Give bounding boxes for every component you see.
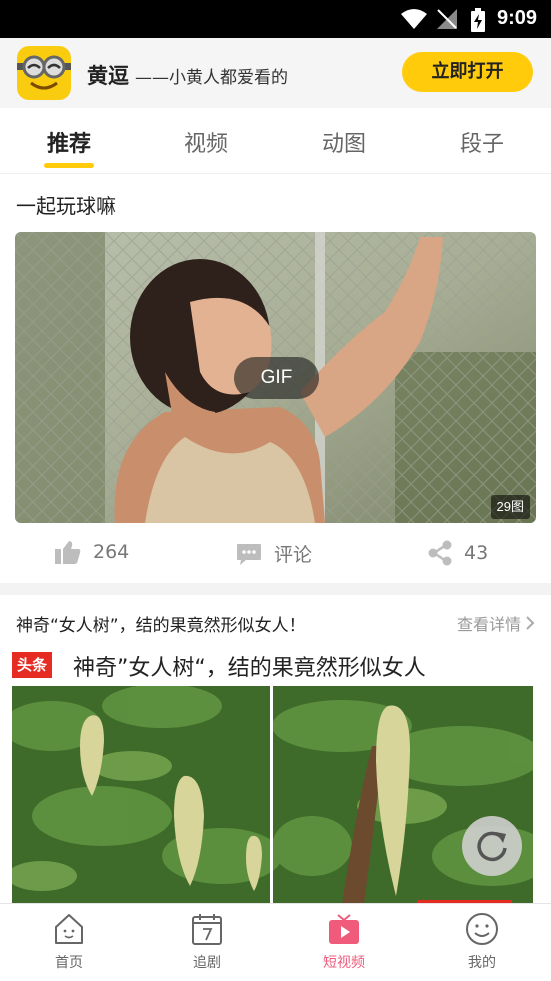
tab-recommended[interactable]: 推荐 [9,126,129,158]
thumbs-up-icon [55,541,81,564]
like-button[interactable]: 264 [55,540,129,564]
nav-home-label: 首页 [55,955,83,971]
minion-face-icon [17,55,71,90]
nav-short-video-label: 短视频 [323,955,365,971]
ad-title[interactable]: 神奇“女人树”，结的果竟然形似女人！ [16,611,306,636]
nav-series-label: 追剧 [193,955,221,971]
smiley-icon [466,913,498,945]
share-icon [428,540,452,566]
nav-profile-label: 我的 [468,955,496,971]
image-count-badge: 29图 [490,495,530,519]
status-time: 9:09 [496,7,537,29]
nav-series[interactable]: 追剧 [157,912,257,972]
share-button[interactable]: 43 [428,540,488,566]
like-count: 264 [93,541,130,563]
tab-video[interactable]: 视频 [146,126,266,158]
play-video-icon [329,914,359,944]
category-tabs: 推荐 视频 动图 段子 [0,108,551,174]
share-count: 43 [464,542,489,564]
refresh-button[interactable] [462,816,522,876]
wifi-icon [401,9,427,29]
comment-label: 评论 [274,544,313,566]
chevron-right-icon [526,616,535,630]
gif-badge: GIF [234,357,319,399]
refresh-icon [477,831,507,862]
app-tagline: ——小黄人都爱看的 [135,68,288,88]
nav-profile[interactable]: 我的 [432,912,532,972]
ad-image[interactable] [12,686,533,904]
post-title[interactable]: 一起玩球嘛 [16,190,116,219]
post-gif-image[interactable]: GIF 29图 [15,232,536,523]
tab-gif[interactable]: 动图 [284,126,404,158]
tab-jokes[interactable]: 段子 [422,126,542,158]
app-name: 黄逗 [87,64,129,88]
app-logo [17,46,71,100]
active-tab-indicator [44,163,94,168]
nav-short-video[interactable]: 短视频 [294,912,394,972]
bottom-navigation: 首页 追剧 短视频 我的 [0,903,551,981]
post-actions: 264 评论 43 [0,532,551,576]
open-app-button[interactable]: 立即打开 [402,52,533,92]
ad-image-content [12,686,533,904]
view-details-label: 查看详情 [456,615,521,634]
status-bar: 9:09 [0,0,551,38]
nav-home[interactable]: 首页 [19,912,119,972]
no-signal-icon [437,9,457,29]
battery-charging-icon [471,8,485,32]
toutiao-logo: 头条 [12,652,52,678]
app-download-banner: 黄逗 ——小黄人都爱看的 立即打开 [0,38,551,108]
section-divider [0,583,551,595]
ad-headline[interactable]: 神奇”女人树“，结的果竟然形似女人 [73,650,426,682]
calendar-icon [192,914,222,945]
home-icon [55,914,83,944]
comment-button[interactable]: 评论 [236,540,312,567]
view-details-link[interactable]: 查看详情 [457,611,535,635]
comment-icon [237,543,261,565]
